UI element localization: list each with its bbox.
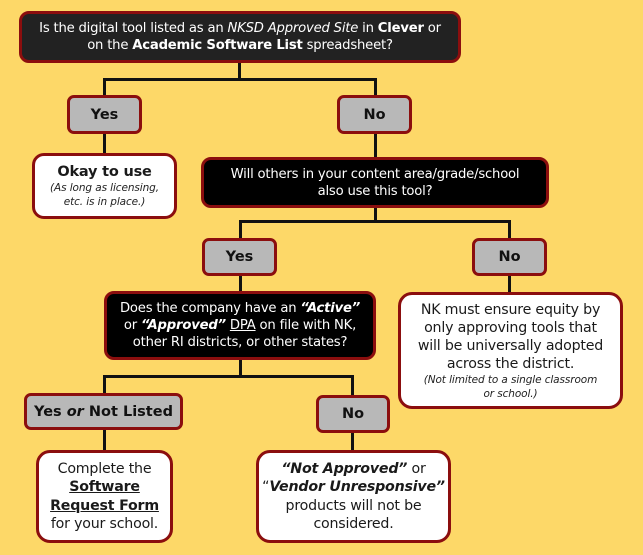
outcome-equity: NK must ensure equity by only approving … bbox=[398, 292, 623, 409]
outcome-not-approved: “Not Approved” or “Vendor Unresponsive” … bbox=[256, 450, 451, 543]
connector-q1-no bbox=[374, 78, 377, 96]
connector-q2yes-q3 bbox=[239, 274, 242, 292]
connector-q2-branch bbox=[239, 220, 511, 223]
connector-q3yes-complete bbox=[103, 428, 106, 451]
answer-q2-no: No bbox=[472, 238, 547, 276]
answer-q3-yes-or-not-listed: Yes or Not Listed bbox=[24, 393, 183, 430]
question-dpa-on-file: Does the company have an “Active” or “Ap… bbox=[104, 291, 376, 360]
connector-q3no-notapproved bbox=[351, 431, 354, 451]
answer-q2-yes: Yes bbox=[202, 238, 277, 276]
clever-text: Clever bbox=[377, 21, 424, 36]
nksd-approved-site-text: NKSD Approved Site bbox=[227, 21, 359, 36]
not-approved-text: “Not Approved” bbox=[281, 460, 408, 477]
connector-no-q2 bbox=[374, 132, 377, 158]
okay-note-line1: (As long as licensing, bbox=[50, 182, 159, 194]
connector-yes-okay bbox=[103, 132, 106, 154]
academic-software-list-text: Academic Software List bbox=[132, 38, 303, 53]
okay-title: Okay to use bbox=[57, 164, 152, 180]
answer-q3-no: No bbox=[316, 395, 390, 433]
okay-note-line2: etc. is in place.) bbox=[63, 196, 146, 208]
connector-q1-yes bbox=[103, 78, 106, 96]
question-approved-site-line2: on the Academic Software List spreadshee… bbox=[87, 38, 393, 53]
vendor-unresponsive-text: Vendor Unresponsive” bbox=[269, 479, 445, 495]
connector-q1-branch bbox=[103, 78, 377, 81]
outcome-okay-to-use: Okay to use (As long as licensing, etc. … bbox=[32, 153, 177, 219]
answer-q1-no: No bbox=[337, 95, 412, 134]
dpa-text: DPA bbox=[229, 318, 256, 333]
software-request-form-link-line2[interactable]: Request Form bbox=[50, 497, 159, 516]
question-approved-site: Is the digital tool listed as an NKSD Ap… bbox=[19, 11, 461, 63]
software-request-form-link-line1[interactable]: Software bbox=[69, 478, 140, 497]
approved-text: “Approved” bbox=[140, 318, 226, 333]
outcome-complete-request-form: Complete the Software Request Form for y… bbox=[36, 450, 173, 543]
connector-q2-yes bbox=[239, 220, 242, 239]
connector-q3-branch bbox=[103, 375, 354, 378]
question-approved-site-line1: Is the digital tool listed as an NKSD Ap… bbox=[39, 21, 441, 36]
question-others-use-tool: Will others in your content area/grade/s… bbox=[201, 157, 549, 208]
connector-q2no-equity bbox=[508, 274, 511, 293]
connector-q2-no bbox=[508, 220, 511, 239]
active-text: “Active” bbox=[300, 301, 361, 316]
connector-q3-no bbox=[351, 375, 354, 396]
answer-q1-yes: Yes bbox=[67, 95, 142, 134]
connector-q3-yes bbox=[103, 375, 106, 394]
